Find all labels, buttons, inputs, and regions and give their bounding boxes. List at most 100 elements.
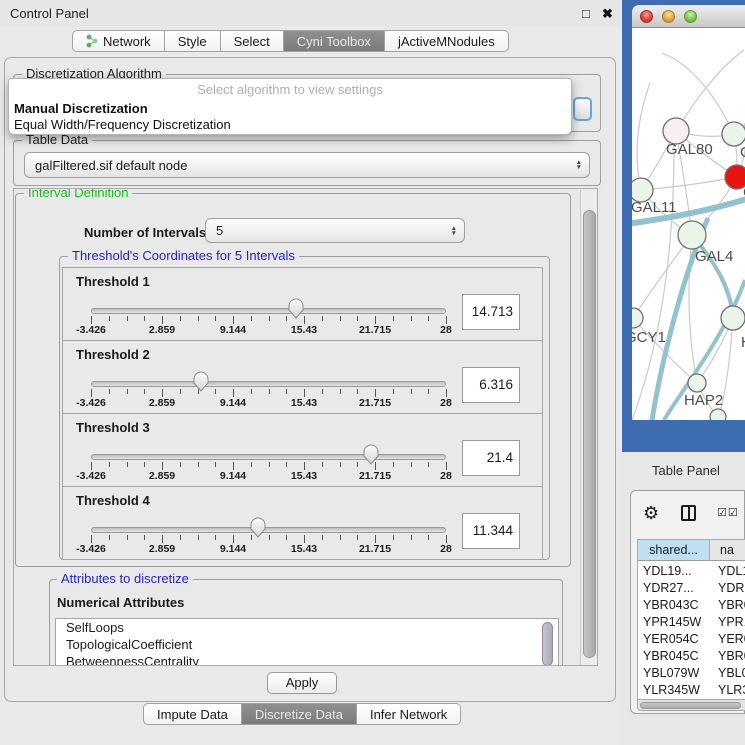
table-column-header[interactable]: na	[710, 540, 745, 561]
tick-label: 15.43	[278, 397, 330, 409]
table-hscrollbar-track[interactable]	[637, 699, 745, 711]
tick-mark	[357, 316, 358, 321]
tab-impute-data[interactable]: Impute Data	[143, 703, 242, 725]
tick-mark	[144, 462, 145, 467]
network-view-canvas[interactable]: GAL80GACGAL11GAL4GCY1HHAP2	[632, 28, 745, 420]
thresholds-group-title: Threshold's Coordinates for 5 Intervals	[68, 248, 299, 263]
threshold-slider-track[interactable]	[91, 308, 446, 314]
threshold-value-field[interactable]: 14.713	[462, 294, 520, 330]
tick-mark	[180, 316, 181, 321]
settings-scrollbar-thumb[interactable]	[583, 210, 596, 658]
table-row[interactable]: YDR27...YDR2	[638, 581, 745, 598]
zoom-traffic-light-icon[interactable]	[684, 10, 697, 23]
table-row[interactable]: YLR345WYLR3	[638, 683, 745, 699]
table-row[interactable]: YPR145WYPR1	[638, 615, 745, 632]
tick-mark	[162, 535, 163, 543]
gear-icon[interactable]: ⚙	[643, 503, 659, 524]
network-node-label: H	[741, 334, 745, 351]
tick-mark	[375, 389, 376, 397]
tab-label: Cyni Toolbox	[297, 34, 371, 49]
threshold-value-field[interactable]: 11.344	[462, 513, 520, 549]
tick-mark	[304, 462, 305, 470]
settings-scrollbar-track[interactable]	[580, 190, 598, 666]
tab-label: Network	[103, 34, 151, 49]
attribute-list-item[interactable]: TopologicalCoefficient	[56, 636, 558, 653]
tick-mark	[411, 316, 412, 321]
network-node[interactable]	[725, 165, 745, 189]
network-node[interactable]	[710, 409, 726, 420]
tab-infer-network[interactable]: Infer Network	[357, 703, 461, 725]
table-row[interactable]: YDL19...YDL1	[638, 564, 745, 581]
tick-mark	[393, 389, 394, 394]
tab-cyni-toolbox[interactable]: Cyni Toolbox	[284, 30, 385, 52]
columns-icon[interactable]	[681, 505, 696, 521]
select-checkboxes-icon[interactable]: ☑☑	[717, 506, 739, 519]
algorithm-option[interactable]: Manual Discretization	[14, 101, 148, 116]
threshold-label: Threshold 3	[76, 420, 150, 435]
table-cell: YDR2	[718, 581, 745, 595]
network-node[interactable]	[722, 122, 745, 146]
tab-style[interactable]: Style	[165, 30, 221, 52]
table-hscrollbar-thumb[interactable]	[640, 702, 741, 709]
table-cell: YBL0	[718, 666, 745, 680]
close-traffic-light-icon[interactable]	[640, 10, 653, 23]
threshold-slider-thumb[interactable]	[287, 298, 305, 323]
attribute-list-item[interactable]: BetweennessCentrality	[56, 653, 558, 666]
threshold-value-field[interactable]: 6.316	[462, 367, 520, 403]
network-node[interactable]	[678, 221, 706, 249]
node-attribute-table[interactable]: shared...naYDL19...YDL1YDR27...YDR2YBR04…	[637, 539, 745, 699]
tab-label: Style	[178, 34, 207, 49]
table-row[interactable]: YER054CYER0	[638, 632, 745, 649]
threshold-value: 21.4	[463, 441, 519, 475]
network-window-titlebar[interactable]	[632, 5, 745, 28]
tick-mark	[233, 316, 234, 324]
threshold-slider-thumb[interactable]	[249, 517, 267, 542]
threshold-slider-thumb[interactable]	[192, 371, 210, 396]
combo-arrows-icon: ▲▼	[451, 226, 457, 236]
tick-mark	[233, 535, 234, 543]
float-window-icon[interactable]: □	[582, 6, 590, 21]
tick-mark	[322, 316, 323, 321]
attributes-list-scrollbar-thumb[interactable]	[542, 622, 553, 666]
table-data-combobox[interactable]: galFiltered.sif default node ▲▼	[24, 152, 590, 178]
minimize-traffic-light-icon[interactable]	[662, 10, 675, 23]
tick-mark	[393, 535, 394, 540]
threshold-slider-track[interactable]	[91, 527, 446, 533]
numerical-attributes-list[interactable]: SelfLoopsTopologicalCoefficientBetweenne…	[55, 618, 559, 666]
tab-select[interactable]: Select	[221, 30, 284, 52]
network-node[interactable]	[721, 306, 745, 330]
table-row[interactable]: YBR043CYBR0	[638, 598, 745, 615]
network-node-label: GA	[740, 144, 745, 161]
threshold-slider-thumb[interactable]	[362, 444, 380, 469]
network-edge	[637, 83, 650, 190]
algorithm-option[interactable]: Equal Width/Frequency Discretization	[14, 117, 231, 132]
number-of-intervals-combobox[interactable]: 5 ▲▼	[205, 218, 465, 243]
tick-mark	[375, 316, 376, 324]
number-of-intervals-label: Number of Intervals	[84, 225, 206, 240]
attribute-list-item[interactable]: SelfLoops	[56, 619, 558, 636]
network-node[interactable]	[632, 308, 643, 328]
tick-mark	[109, 316, 110, 321]
network-node[interactable]	[688, 374, 706, 392]
threshold-slider-track[interactable]	[91, 454, 446, 460]
tick-mark	[162, 462, 163, 470]
screen: Control Panel □ ✖ NetworkStyleSelectCyni…	[0, 0, 745, 745]
apply-button[interactable]: Apply	[267, 672, 337, 694]
threshold-slider-track[interactable]	[91, 381, 446, 387]
tick-mark	[109, 462, 110, 467]
tick-mark	[393, 462, 394, 467]
tick-mark	[144, 535, 145, 540]
algorithm-combo-focused-stub[interactable]	[573, 97, 592, 121]
tab-network[interactable]: Network	[72, 30, 165, 52]
tab-jactivemnodules[interactable]: jActiveMNodules	[385, 30, 509, 52]
tab-discretize-data[interactable]: Discretize Data	[242, 703, 357, 725]
threshold-value-field[interactable]: 21.4	[462, 440, 520, 476]
table-row[interactable]: YBL079WYBL0	[638, 666, 745, 683]
close-icon[interactable]: ✖	[602, 6, 613, 22]
bottom-tab-bar: Impute DataDiscretize DataInfer Network	[143, 703, 461, 725]
table-column-header[interactable]: shared...	[638, 540, 710, 561]
table-row[interactable]: YBR045CYBR0	[638, 649, 745, 666]
tick-label: 15.43	[278, 470, 330, 482]
tick-label: -3.426	[65, 543, 117, 555]
threshold-label: Threshold 1	[76, 274, 150, 289]
